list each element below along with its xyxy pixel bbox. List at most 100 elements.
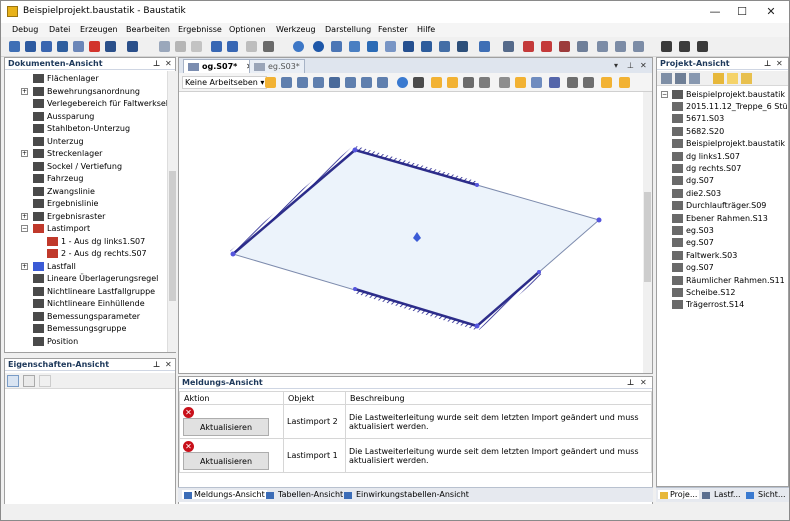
load-area-icon[interactable] bbox=[541, 41, 552, 52]
sphere-icon[interactable] bbox=[313, 41, 324, 52]
settings-icon[interactable] bbox=[619, 77, 630, 88]
update-button[interactable]: Aktualisieren bbox=[183, 452, 269, 470]
measure-icon[interactable] bbox=[479, 41, 490, 52]
support-icon[interactable] bbox=[661, 41, 672, 52]
tab-meldungs-ansicht[interactable]: Meldungs-Ansicht bbox=[182, 490, 267, 499]
column-header-aktion[interactable]: Aktion bbox=[179, 391, 284, 405]
redo-icon[interactable] bbox=[227, 41, 238, 52]
scrollbar-thumb[interactable] bbox=[169, 171, 176, 301]
column-header-objekt[interactable]: Objekt bbox=[283, 391, 346, 405]
node[interactable] bbox=[475, 183, 479, 187]
project-file-item[interactable]: eg.S03 bbox=[657, 225, 788, 237]
tab-projekt[interactable]: Proje... bbox=[658, 490, 700, 499]
project-root[interactable]: − Beispielprojekt.baustatik bbox=[657, 89, 788, 101]
wireframe-icon[interactable] bbox=[463, 77, 474, 88]
expand-toggle-icon[interactable]: + bbox=[21, 262, 28, 270]
mesh-display-icon[interactable] bbox=[583, 77, 594, 88]
wall-icon[interactable] bbox=[367, 41, 378, 52]
menu-debug[interactable]: Debug bbox=[12, 25, 38, 34]
project-file-item[interactable]: 5671.S03 bbox=[657, 113, 788, 125]
axis-icon[interactable] bbox=[531, 77, 542, 88]
copy-icon[interactable] bbox=[191, 41, 202, 52]
pin-icon[interactable]: ⊥ bbox=[627, 61, 634, 70]
tree-item[interactable]: Position bbox=[5, 336, 167, 348]
stack-icon[interactable] bbox=[421, 41, 432, 52]
zoom-in-icon[interactable] bbox=[281, 77, 292, 88]
save-icon[interactable] bbox=[41, 41, 52, 52]
expand-toggle-icon[interactable]: + bbox=[21, 87, 28, 95]
tree-item[interactable]: Aussparung bbox=[5, 111, 167, 123]
calculate-icon[interactable] bbox=[127, 41, 138, 52]
open-icon[interactable] bbox=[25, 41, 36, 52]
tree-item[interactable]: Bemessungsparameter bbox=[5, 311, 167, 323]
project-file-item[interactable]: 5682.S20 bbox=[657, 126, 788, 138]
tree-item[interactable]: Unterzug bbox=[5, 136, 167, 148]
project-file-item[interactable]: Ebener Rahmen.S13 bbox=[657, 213, 788, 225]
project-file-item[interactable]: Durchlaufträger.S09 bbox=[657, 200, 788, 212]
model-canvas[interactable] bbox=[179, 92, 643, 373]
menu-bearbeiten[interactable]: Bearbeiten bbox=[126, 25, 170, 34]
menu-optionen[interactable]: Optionen bbox=[229, 25, 266, 34]
tree-item[interactable]: − Lastimport bbox=[5, 223, 167, 235]
back-icon[interactable] bbox=[397, 77, 408, 88]
3d-viewport[interactable] bbox=[179, 92, 643, 373]
workspace-select[interactable]: Keine Arbeitseben ▾ bbox=[182, 76, 268, 89]
menu-ergebnisse[interactable]: Ergebnisse bbox=[178, 25, 222, 34]
tab-list-icon[interactable]: ▾ bbox=[614, 61, 618, 70]
color-scale-icon[interactable] bbox=[601, 77, 612, 88]
expand-toggle-icon[interactable]: − bbox=[661, 91, 668, 98]
column-header-beschreibung[interactable]: Beschreibung bbox=[345, 391, 652, 405]
tree-item[interactable]: Bemessungsgruppe bbox=[5, 323, 167, 335]
cube-icon[interactable] bbox=[403, 41, 414, 52]
menu-darstellung[interactable]: Darstellung bbox=[325, 25, 371, 34]
pin-icon[interactable]: ⊥ bbox=[764, 59, 771, 68]
zoom-previous-icon[interactable] bbox=[377, 77, 388, 88]
properties-icon[interactable] bbox=[661, 73, 672, 84]
tab-og-s07[interactable]: og.S07* ✕ bbox=[183, 59, 258, 73]
tab-einwirkungstabellen-ansicht[interactable]: Einwirkungstabellen-Ansicht bbox=[344, 490, 469, 499]
node[interactable] bbox=[474, 323, 480, 329]
node[interactable] bbox=[537, 270, 541, 274]
dimension-icon[interactable] bbox=[597, 41, 608, 52]
zoom-window-icon[interactable] bbox=[297, 77, 308, 88]
file-icon[interactable] bbox=[741, 73, 752, 84]
section-icon[interactable] bbox=[499, 77, 510, 88]
property-pages-icon[interactable] bbox=[39, 375, 51, 387]
new-icon[interactable] bbox=[9, 41, 20, 52]
layer-icon[interactable] bbox=[439, 41, 450, 52]
render-icon[interactable] bbox=[431, 77, 442, 88]
tree-item[interactable]: Verlegebereich für Faltwerkselem bbox=[5, 98, 167, 110]
project-file-item[interactable]: Scheibe.S12 bbox=[657, 287, 788, 299]
viewport-scrollbar[interactable] bbox=[643, 92, 652, 373]
expand-toggle-icon[interactable]: − bbox=[21, 225, 28, 232]
update-button[interactable]: Aktualisieren bbox=[183, 418, 269, 436]
project-file-item[interactable]: 2015.11.12_Treppe_6 Stü bbox=[657, 101, 788, 113]
pdf-icon[interactable] bbox=[89, 41, 100, 52]
dimension-chain-icon[interactable] bbox=[615, 41, 626, 52]
node[interactable] bbox=[596, 217, 602, 223]
support-fixed-icon[interactable] bbox=[679, 41, 690, 52]
close-panel-icon[interactable]: ✕ bbox=[776, 59, 783, 68]
tree-item[interactable]: Stahlbeton-Unterzug bbox=[5, 123, 167, 135]
support-spring-icon[interactable] bbox=[697, 41, 708, 52]
project-file-item[interactable]: dg.S07 bbox=[657, 175, 788, 187]
project-file-item[interactable]: die2.S03 bbox=[657, 188, 788, 200]
select-arrow-icon[interactable] bbox=[265, 77, 276, 88]
maximize-button[interactable]: ☐ bbox=[728, 4, 756, 20]
column-icon[interactable] bbox=[385, 41, 396, 52]
pan-icon[interactable] bbox=[329, 77, 340, 88]
tree-item[interactable]: 2 - Aus dg rechts.S07 bbox=[5, 248, 167, 260]
tree-item[interactable]: Nichtlineare Einhüllende bbox=[5, 298, 167, 310]
shade-icon[interactable] bbox=[447, 77, 458, 88]
view-cube-icon[interactable] bbox=[413, 77, 424, 88]
sort-alpha-icon[interactable] bbox=[23, 375, 35, 387]
pin-icon[interactable]: ⊥ bbox=[627, 378, 634, 387]
plate-icon[interactable] bbox=[349, 41, 360, 52]
delete-icon[interactable] bbox=[175, 41, 186, 52]
report-icon[interactable] bbox=[105, 41, 116, 52]
document-scrollbar[interactable] bbox=[167, 71, 176, 352]
project-file-item[interactable]: Trägerrost.S14 bbox=[657, 299, 788, 311]
node[interactable] bbox=[353, 287, 357, 291]
results-display-icon[interactable] bbox=[567, 77, 578, 88]
project-file-item[interactable]: Faltwerk.S03 bbox=[657, 250, 788, 262]
